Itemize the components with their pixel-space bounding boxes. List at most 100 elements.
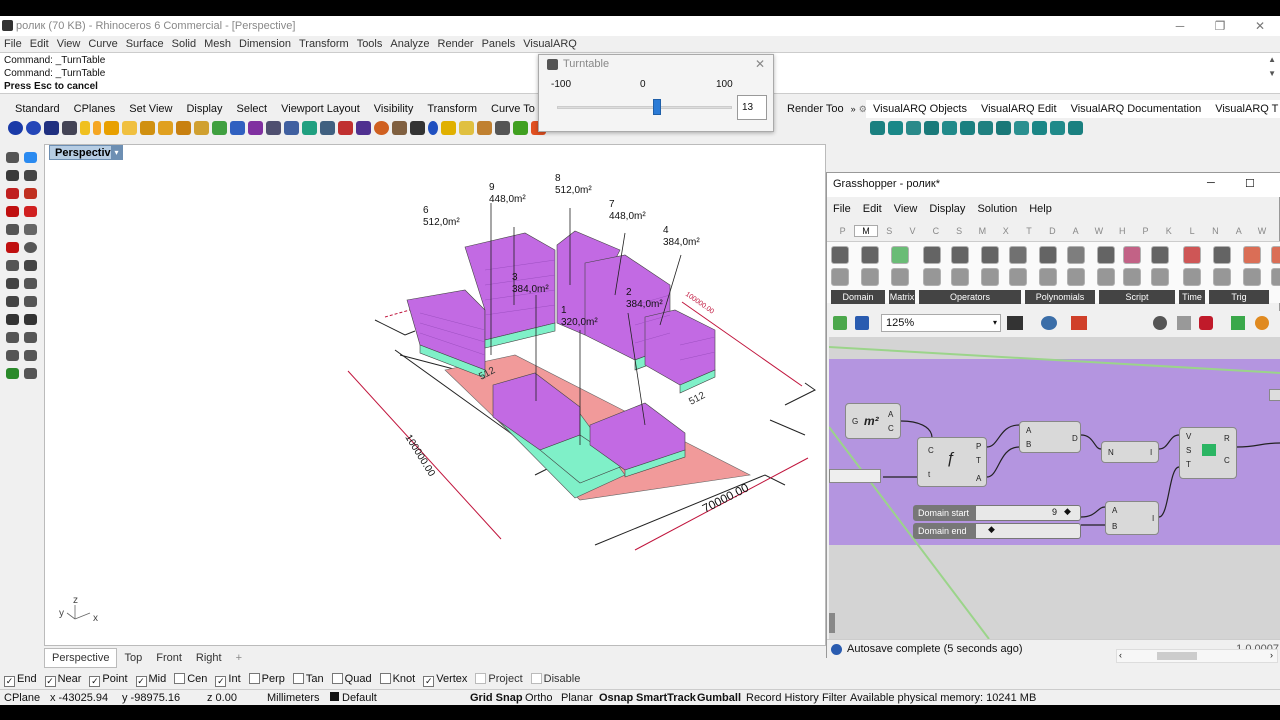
rotate-icon[interactable] [6,278,19,289]
point-icon[interactable] [6,170,19,181]
gh-panel-time[interactable]: Time [1179,290,1205,304]
material-icon[interactable] [374,121,389,135]
zoom-extents-icon[interactable] [6,350,19,361]
menu-visualarq[interactable]: VisualARQ [523,38,577,50]
curve-icon[interactable] [104,121,119,135]
gh-component-icon[interactable] [1271,246,1280,264]
slab-icon[interactable] [1014,121,1029,135]
tab-visualarq-t[interactable]: VisualARQ T [1208,100,1280,118]
viewtab-right[interactable]: Right [189,649,229,667]
sphere-icon[interactable] [24,242,37,253]
sphere-icon[interactable] [1255,316,1269,330]
gh-zoom-select[interactable]: 125% ▾ [881,314,1001,332]
osnap-perp[interactable]: Perp [248,673,285,685]
gh-component-icon[interactable] [1243,246,1261,264]
menu-surface[interactable]: Surface [126,38,164,50]
gh-component-icon[interactable] [1213,268,1231,286]
menu-panels[interactable]: Panels [482,38,516,50]
checkbox[interactable] [530,673,542,684]
key-icon[interactable] [441,121,456,135]
gh-tab[interactable]: X [994,226,1017,236]
osnap-near[interactable]: ✓ Near [44,673,81,687]
gh-menu-view[interactable]: View [894,203,918,215]
gh-menu-help[interactable]: Help [1029,203,1052,215]
checkbox[interactable]: ✓ [89,676,101,687]
render-icon[interactable] [44,121,59,135]
gh-sort-node[interactable]: N I [1101,441,1159,463]
beam-icon[interactable] [906,121,921,135]
light-icon[interactable] [428,121,438,135]
gh-tab[interactable]: P [1134,226,1157,236]
osnap-point[interactable]: ✓ Point [89,673,128,687]
zoom-extents-icon[interactable] [1007,316,1023,330]
slider-grip-icon[interactable]: ◆ [988,524,995,535]
gh-component-icon[interactable] [831,246,849,264]
point-icon[interactable] [80,121,90,135]
gh-panel-polynomials[interactable]: Polynomials [1025,290,1095,304]
layout-icon[interactable] [495,121,510,135]
checkbox[interactable] [379,673,391,684]
viewtab-front[interactable]: Front [149,649,189,667]
gh-tab[interactable]: N [1204,226,1227,236]
gh-panel-trig[interactable]: Trig [1209,290,1269,304]
gh-canvas[interactable]: G m² A C C t ƒ P T A A B D N I V S T R C… [829,337,1280,639]
box-icon[interactable] [338,121,353,135]
scrollbar-thumb[interactable] [1157,652,1197,660]
osnap-disable[interactable]: Disable [530,673,580,685]
gh-menu-display[interactable]: Display [929,203,965,215]
status-cplane[interactable]: CPlane [4,690,40,705]
domain-end-slider[interactable]: Domain end ◆ [913,523,1081,539]
zoom-icon[interactable] [6,332,19,343]
osnap-project[interactable]: Project [475,673,523,685]
status-gumball[interactable]: Gumball [697,690,741,705]
gh-component-icon[interactable] [1097,246,1115,264]
menu-analyze[interactable]: Analyze [390,38,429,50]
checkbox[interactable] [331,673,343,684]
explode-icon[interactable] [24,314,37,325]
gh-tab[interactable]: A [1227,226,1250,236]
checkbox[interactable] [475,673,487,684]
extrude-icon[interactable] [302,121,317,135]
perspective-viewport[interactable]: Perspective ▾ 100000.00 70000.00 100000.… [44,144,826,646]
railing-icon[interactable] [996,121,1011,135]
surface-icon[interactable] [6,224,19,235]
more-tabs-icon[interactable]: » [851,104,856,114]
gh-component-icon[interactable] [891,246,909,264]
mesh-icon[interactable] [6,260,19,271]
gh-node-partial[interactable] [1269,389,1280,401]
fillet-icon[interactable] [320,121,335,135]
gh-panel-script[interactable]: Script [1099,290,1175,304]
add-viewport-tab-icon[interactable]: + [229,649,249,667]
gh-component-icon[interactable] [1123,268,1141,286]
gh-panel-operators[interactable]: Operators [919,290,1021,304]
osnap-cen[interactable]: Cen [174,673,207,685]
sketch-icon[interactable] [1071,316,1087,330]
dot-icon[interactable] [93,121,101,135]
shaded-icon[interactable] [1199,316,1213,330]
status-grid-snap[interactable]: Grid Snap [470,690,523,705]
osnap-knot[interactable]: Knot [379,673,415,685]
gh-area-node[interactable]: G m² A C [845,403,901,439]
gh-tab[interactable]: K [1157,226,1180,236]
gh-component-icon[interactable] [1067,268,1085,286]
gh-tab[interactable]: S [878,226,901,236]
tab-curve-tools[interactable]: Curve To [484,100,542,118]
scroll-up-icon[interactable]: ▲ [1268,55,1276,64]
status-osnap[interactable]: Osnap [599,690,633,705]
minimize-icon[interactable]: ─ [1160,16,1200,36]
command-prompt[interactable]: Press Esc to cancel [4,80,534,93]
gh-menu-file[interactable]: File [833,203,851,215]
solid-icon[interactable] [230,121,245,135]
checker-icon[interactable] [410,121,425,135]
menu-tools[interactable]: Tools [357,38,383,50]
target-icon[interactable] [24,350,37,361]
close-icon[interactable]: ✕ [1240,16,1280,36]
menu-edit[interactable]: Edit [30,38,49,50]
sphere-icon[interactable] [8,121,23,135]
gh-tab[interactable]: M [854,225,878,237]
osnap-vertex[interactable]: ✓ Vertex [423,673,467,687]
horizontal-scrollbar[interactable]: ‹ › [1116,649,1278,663]
open-icon[interactable] [833,316,847,330]
viewtab-top[interactable]: Top [117,649,149,667]
dimension-icon[interactable] [24,368,37,379]
